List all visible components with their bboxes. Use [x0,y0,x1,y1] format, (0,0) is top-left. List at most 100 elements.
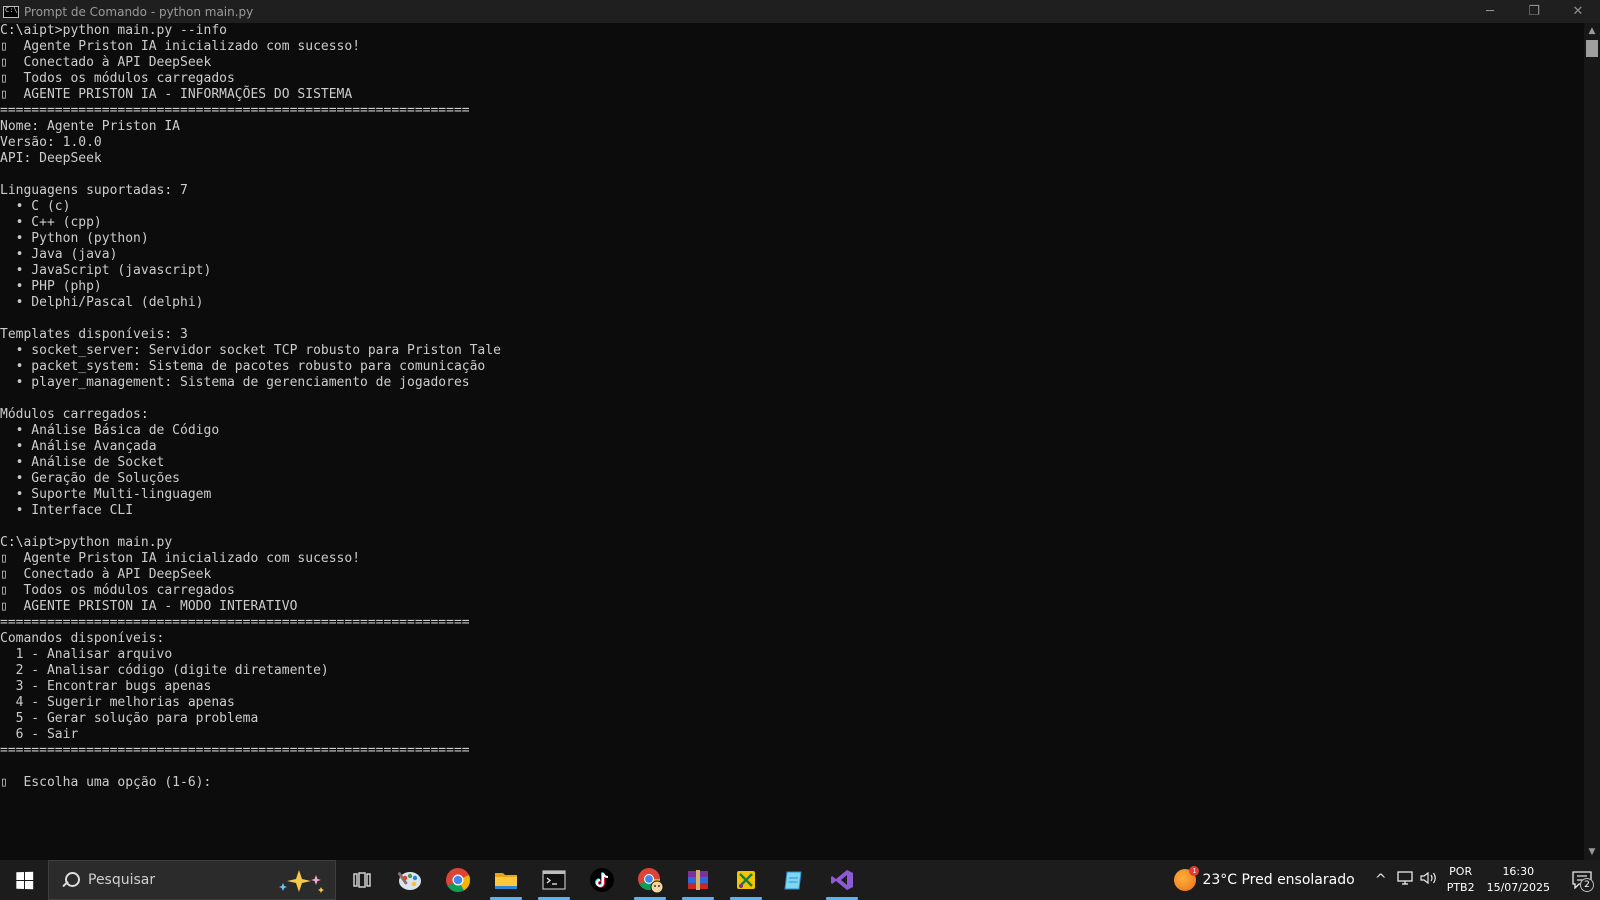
taskbar-app-snipping-tool[interactable] [722,860,770,900]
console-line: ▯ AGENTE PRISTON IA - MODO INTERATIVO [0,599,298,614]
console-line: • player_management: Sistema de gerencia… [0,375,470,390]
taskbar-app-terminal[interactable] [530,860,578,900]
console-line: ▯ Conectado à API DeepSeek [0,55,212,70]
console-line: Templates disponíveis: 3 [0,327,188,342]
console-line: 4 - Sugerir melhorias apenas [0,695,235,710]
taskbar-app-winrar[interactable] [674,860,722,900]
console-line: C:\aipt>python main.py [0,535,173,550]
show-hidden-icons-chevron-icon[interactable]: ^ [1369,872,1393,888]
taskbar-app-chrome[interactable] [434,860,482,900]
console-line: C:\aipt>python main.py --info [0,23,227,38]
window-controls: ─ ❐ ✕ [1468,0,1600,23]
volume-icon[interactable] [1417,871,1441,889]
close-button[interactable]: ✕ [1556,0,1600,23]
console-line: ▯ Todos os módulos carregados [0,71,235,86]
console-line: • Interface CLI [0,503,134,518]
snipping-tool-icon [737,871,755,889]
console-line: 1 - Analisar arquivo [0,647,173,662]
taskbar-app-notepad[interactable] [770,860,818,900]
window-titlebar[interactable]: Prompt de Comando - python main.py ─ ❐ ✕ [0,0,1600,23]
console-line: ▯ AGENTE PRISTON IA - INFORMAÇÕES DO SIS… [0,87,353,102]
console-line: 3 - Encontrar bugs apenas [0,679,212,694]
console-line: • JavaScript (javascript) [0,263,212,278]
scroll-up-icon[interactable]: ▲ [1584,23,1600,39]
network-icon[interactable] [1393,871,1417,889]
console-line: • Python (python) [0,231,149,246]
taskbar-app-file-explorer[interactable] [482,860,530,900]
console-line: • Análise Básica de Código [0,423,220,438]
taskbar-app-chrome-profile[interactable] [626,860,674,900]
console-line: Módulos carregados: [0,407,149,422]
weather-text: 23°C Pred ensolarado [1202,872,1355,888]
console-prompt-line[interactable]: ▯ Escolha uma opção (1-6): [0,775,1584,791]
chrome-profile-icon [638,868,664,894]
restore-button[interactable]: ❐ [1512,0,1556,23]
console-line: • packet_system: Sistema de pacotes robu… [0,359,486,374]
windows-logo-icon [15,871,33,889]
console-line: Comandos disponíveis: [0,631,165,646]
console-line: • Delphi/Pascal (delphi) [0,295,204,310]
input-language-indicator[interactable]: POR PTB2 [1447,864,1475,896]
console-line: • socket_server: Servidor socket TCP rob… [0,343,501,358]
console-line: • PHP (php) [0,279,102,294]
tiktok-icon [590,868,614,892]
notification-count-badge: 2 [1580,878,1594,892]
taskbar: Pesquisar 1 23°C Pred ensolarado ^ POR P… [0,860,1600,900]
paint-palette-icon [397,872,421,890]
window-title: Prompt de Comando - python main.py [24,4,254,19]
scroll-down-icon[interactable]: ▼ [1584,844,1600,860]
console-output[interactable]: C:\aipt>python main.py --info ▯ Agente P… [0,23,1584,860]
console-line: • Suporte Multi-linguagem [0,487,212,502]
console-line: • Análise de Socket [0,455,165,470]
console-line: • Java (java) [0,247,118,262]
notification-center-button[interactable]: 2 [1564,860,1600,900]
taskbar-app-visual-studio[interactable] [818,860,866,900]
copilot-sparkle-icon [279,870,324,893]
console-line: ▯ Conectado à API DeepSeek [0,567,212,582]
console-line: API: DeepSeek [0,151,102,166]
console-line: ▯ Todos os módulos carregados [0,583,235,598]
terminal-icon [542,870,566,890]
taskbar-app-tiktok[interactable] [578,860,626,900]
chrome-icon [446,868,471,893]
clock-date: 15/07/2025 [1486,881,1550,894]
console-line: • Geração de Soluções [0,471,181,486]
visual-studio-icon [831,870,853,890]
console-line: 6 - Sair [0,727,79,742]
console-line: Linguagens suportadas: 7 [0,183,188,198]
notepad-icon [784,871,802,890]
language-code: POR [1449,865,1473,878]
console-line: Versão: 1.0.0 [0,135,102,150]
taskbar-search[interactable]: Pesquisar [48,860,336,900]
search-icon [61,871,80,889]
console-line: ========================================… [0,103,470,118]
keyboard-layout: PTB2 [1446,881,1475,894]
console-line: ========================================… [0,743,470,758]
console-scrollbar[interactable]: ▲ ▼ [1584,23,1600,860]
taskbar-app-paint[interactable] [386,860,434,900]
winrar-icon [688,870,708,890]
sun-weather-icon: 1 [1174,866,1200,891]
console-line: ▯ Agente Priston IA inicializado com suc… [0,551,361,566]
console-line: • Análise Avançada [0,439,157,454]
scrollbar-thumb[interactable] [1586,40,1598,57]
weather-widget[interactable]: 1 23°C Pred ensolarado [1174,866,1355,891]
cmd-icon [3,5,19,18]
console-line: ========================================… [0,615,470,630]
folder-icon [495,873,517,889]
task-view-button[interactable] [338,860,386,900]
task-view-icon [353,872,371,888]
console-line: 5 - Gerar solução para problema [0,711,259,726]
start-button[interactable] [0,860,48,900]
console-line: 2 - Analisar código (digite diretamente) [0,663,329,678]
taskbar-clock[interactable]: 16:30 15/07/2025 [1487,864,1550,896]
console-line: Nome: Agente Priston IA [0,119,181,134]
system-tray: 1 23°C Pred ensolarado ^ POR PTB2 16:30 … [1174,860,1600,900]
minimize-button[interactable]: ─ [1468,0,1512,23]
weather-alert-badge: 1 [1189,866,1200,876]
